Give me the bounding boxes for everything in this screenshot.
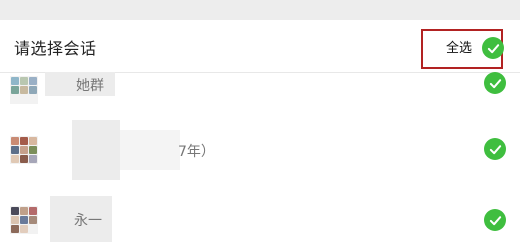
select-all-check-icon[interactable] — [482, 37, 504, 59]
blurred-name-area — [120, 130, 180, 170]
page-title: 请选择会话 — [14, 39, 97, 58]
conversation-name: 她群 — [76, 78, 104, 94]
selected-check-icon[interactable] — [484, 209, 506, 231]
group-avatar — [10, 76, 38, 104]
selected-check-icon[interactable] — [484, 138, 506, 160]
conversation-name: 7年） — [178, 144, 215, 160]
conversation-row-3[interactable]: 永一 — [0, 196, 520, 242]
selected-check-icon[interactable] — [484, 72, 506, 94]
blurred-name-area — [72, 120, 120, 180]
top-status-strip — [0, 0, 520, 20]
conversation-row-2[interactable]: 7年） — [0, 120, 520, 180]
group-avatar — [10, 136, 38, 164]
group-avatar — [10, 206, 38, 234]
conversation-name: 永一 — [74, 213, 102, 229]
conversation-row-1[interactable]: 她群 — [0, 72, 520, 112]
select-all-label: 全选 — [446, 41, 473, 56]
